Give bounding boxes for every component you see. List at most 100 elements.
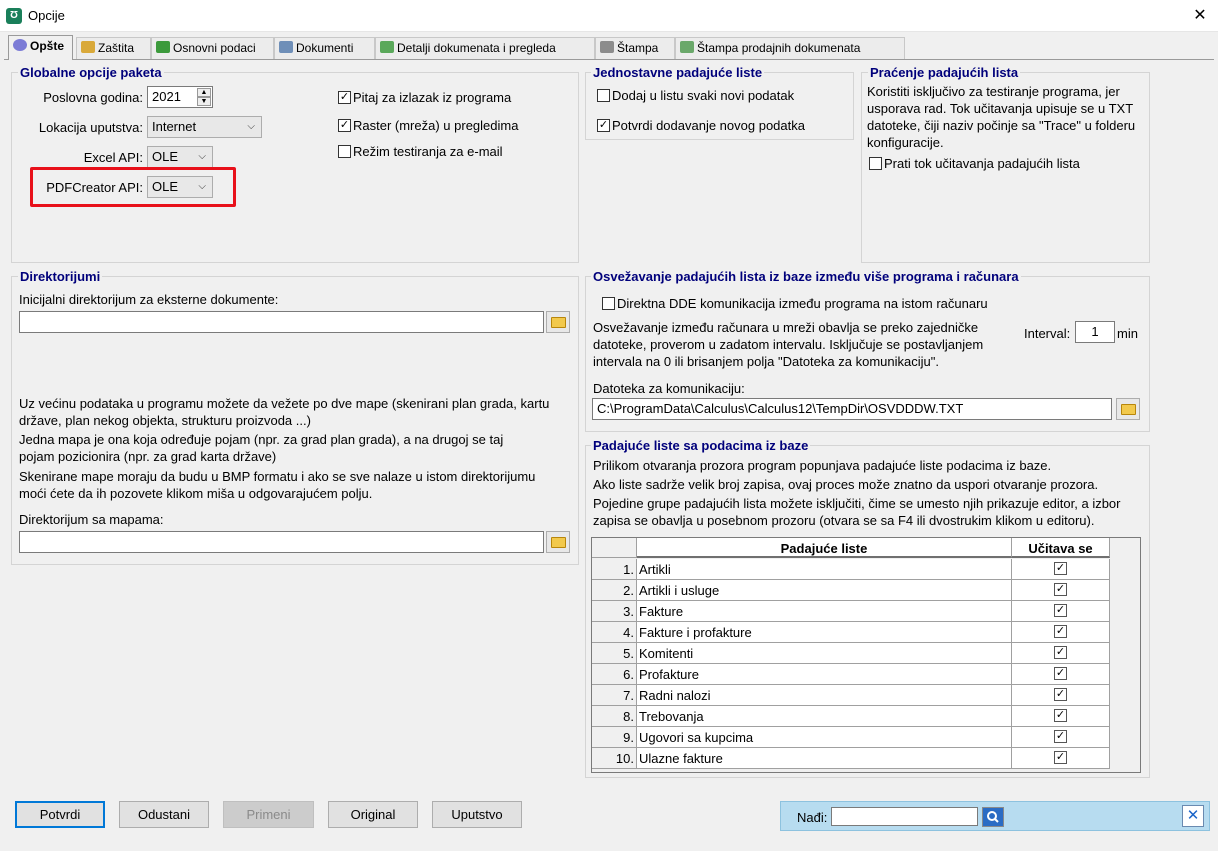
row-list-name[interactable]: Fakture (637, 601, 1012, 622)
excel-api-label: Excel API: (83, 150, 143, 165)
comm-file-browse-button[interactable] (1116, 398, 1140, 420)
row-number: 9. (592, 727, 637, 748)
row-load-checkbox[interactable] (1054, 688, 1067, 701)
tab-zastita[interactable]: Zaštita (76, 37, 151, 59)
add-new-data-checkbox[interactable] (597, 89, 610, 102)
row-number: 7. (592, 685, 637, 706)
printer-docs-icon (680, 41, 694, 53)
apply-button[interactable]: Primeni (223, 801, 314, 828)
search-button[interactable] (982, 807, 1004, 827)
document-icon (279, 41, 293, 53)
close-window-button[interactable]: ✕ (1188, 4, 1212, 28)
row-load-checkbox[interactable] (1054, 667, 1067, 680)
row-list-name[interactable]: Profakture (637, 664, 1012, 685)
exit-confirm-label: Pitaj za izlazak iz programa (353, 90, 512, 105)
grid-raster-checkbox[interactable] (338, 119, 351, 132)
spin-down-icon[interactable]: ▼ (197, 97, 211, 106)
find-input[interactable] (831, 807, 978, 826)
comm-file-label: Datoteka za komunikaciju: (593, 381, 745, 396)
year-spinner[interactable]: 2021 ▲ ▼ (147, 86, 213, 108)
folder-icon (551, 537, 566, 548)
tab-dokumenti[interactable]: Dokumenti (274, 37, 375, 59)
manual-button[interactable]: Uputstvo (432, 801, 522, 828)
row-load-checkbox[interactable] (1054, 562, 1067, 575)
confirm-new-data-checkbox[interactable] (597, 119, 610, 132)
window-title: Opcije (28, 8, 65, 23)
row-list-name[interactable]: Trebovanja (637, 706, 1012, 727)
interval-input[interactable]: 1 (1075, 321, 1115, 343)
maps-dir-browse-button[interactable] (546, 531, 570, 553)
db-lists-table: Padajuće liste Učitava se 1.Artikli2.Art… (591, 537, 1141, 773)
row-number: 1. (592, 559, 637, 580)
row-list-name[interactable]: Fakture i profakture (637, 622, 1012, 643)
tab-divider (4, 59, 1214, 60)
row-list-name[interactable]: Radni nalozi (637, 685, 1012, 706)
add-new-data-label: Dodaj u listu svaki novi podatak (612, 88, 795, 103)
tab-detalji-dokumenata[interactable]: Detalji dokumenata i pregleda (375, 37, 595, 59)
gear-icon (13, 39, 27, 51)
email-test-label: Režim testiranja za e-mail (353, 144, 503, 159)
maps-dir-label: Direktorijum sa mapama: (19, 512, 164, 527)
find-bar: Nađi: ✕ (780, 801, 1210, 831)
year-label: Poslovna godina: (43, 90, 143, 105)
row-load-checkbox[interactable] (1054, 730, 1067, 743)
original-button[interactable]: Original (328, 801, 418, 828)
initial-dir-browse-button[interactable] (546, 311, 570, 333)
folder-icon (1121, 404, 1136, 415)
row-load-checkbox[interactable] (1054, 604, 1067, 617)
row-load-checkbox[interactable] (1054, 625, 1067, 638)
search-icon (983, 808, 1003, 826)
tab-osnovni-podaci[interactable]: Osnovni podaci (151, 37, 274, 59)
manual-location-label: Lokacija uputstva: (38, 120, 143, 135)
interval-unit: min (1117, 326, 1138, 341)
row-number: 8. (592, 706, 637, 727)
tab-stampa[interactable]: Štampa (595, 37, 675, 59)
trace-loading-label: Prati tok učitavanja padajućih lista (884, 156, 1080, 171)
pdfcreator-api-select[interactable]: OLE ⌵ (147, 176, 213, 198)
initial-dir-label: Inicijalni direktorijum za eksterne doku… (19, 292, 279, 307)
manual-location-select[interactable]: Internet ⌵ (147, 116, 262, 138)
refresh-description: Osvežavanje između računara u mreži obav… (593, 320, 984, 369)
close-find-icon[interactable]: ✕ (1182, 805, 1204, 827)
tab-opste[interactable]: Opšte (8, 35, 73, 60)
maps-dir-input[interactable] (19, 531, 544, 553)
confirm-button[interactable]: Potvrdi (15, 801, 105, 828)
row-load-cell (1012, 601, 1110, 622)
row-list-name[interactable]: Ulazne fakture (637, 748, 1012, 769)
row-number: 2. (592, 580, 637, 601)
chevron-down-icon: ⌵ (198, 151, 206, 162)
email-test-checkbox[interactable] (338, 145, 351, 158)
chevron-down-icon: ⌵ (198, 181, 206, 192)
chevron-down-icon: ⌵ (247, 121, 255, 132)
app-logo-icon: Ʊ (6, 8, 22, 24)
row-load-checkbox[interactable] (1054, 751, 1067, 764)
excel-api-select[interactable]: OLE ⌵ (147, 146, 213, 168)
tracking-description: Koristiti isključivo za testiranje progr… (867, 84, 1136, 150)
comm-file-input[interactable]: C:\ProgramData\Calculus\Calculus12\TempD… (592, 398, 1112, 420)
maps-info-1: Uz većinu podataka u programu možete da … (19, 396, 550, 428)
initial-dir-input[interactable] (19, 311, 544, 333)
spin-up-icon[interactable]: ▲ (197, 88, 211, 97)
exit-confirm-checkbox[interactable] (338, 91, 351, 104)
tracking-title: Praćenje padajućih lista (868, 65, 1021, 80)
db-lists-title: Padajuće liste sa podacima iz baze (591, 438, 811, 453)
dde-checkbox[interactable] (602, 297, 615, 310)
pdfcreator-api-label: PDFCreator API: (46, 180, 143, 195)
column-header-name: Padajuće liste (637, 538, 1012, 558)
row-list-name[interactable]: Komitenti (637, 643, 1012, 664)
row-number: 4. (592, 622, 637, 643)
row-list-name[interactable]: Ugovori sa kupcima (637, 727, 1012, 748)
row-load-cell (1012, 559, 1110, 580)
cancel-button[interactable]: Odustani (119, 801, 209, 828)
row-load-cell (1012, 685, 1110, 706)
row-list-name[interactable]: Artikli (637, 559, 1012, 580)
row-load-checkbox[interactable] (1054, 583, 1067, 596)
maps-info-3: Skenirane mape moraju da budu u BMP form… (19, 469, 536, 501)
tab-stampa-prodajnih[interactable]: Štampa prodajnih dokumenata (675, 37, 905, 59)
row-load-checkbox[interactable] (1054, 709, 1067, 722)
row-load-cell (1012, 580, 1110, 601)
row-list-name[interactable]: Artikli i usluge (637, 580, 1012, 601)
simple-lists-title: Jednostavne padajuće liste (591, 65, 765, 80)
row-load-checkbox[interactable] (1054, 646, 1067, 659)
trace-loading-checkbox[interactable] (869, 157, 882, 170)
